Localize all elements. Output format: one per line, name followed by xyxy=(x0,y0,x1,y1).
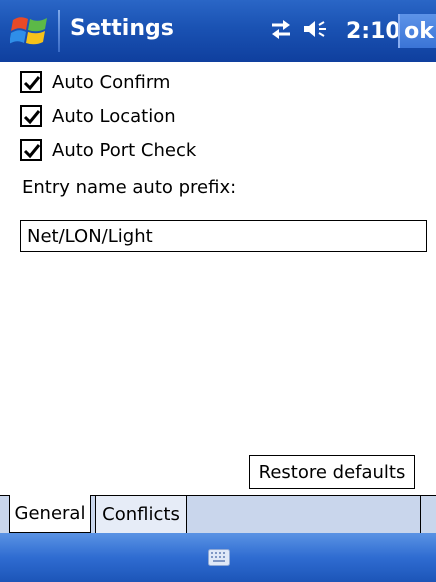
auto-location-label: Auto Location xyxy=(52,105,176,127)
prefix-label: Entry name auto prefix: xyxy=(22,177,237,198)
menu-bar xyxy=(0,533,436,582)
tab-general[interactable]: General xyxy=(9,495,91,533)
checkmark-icon xyxy=(23,76,41,91)
auto-port-check-checkbox[interactable] xyxy=(20,139,42,161)
title-separator xyxy=(58,10,60,52)
auto-confirm-checkbox[interactable] xyxy=(20,71,42,93)
sip-button[interactable] xyxy=(208,549,230,566)
title-bar: Settings 2:10 ok xyxy=(0,0,436,62)
status-area: 2:10 xyxy=(268,12,401,50)
tab-conflicts[interactable]: Conflicts xyxy=(95,496,187,533)
auto-confirm-label: Auto Confirm xyxy=(52,71,171,93)
auto-port-check-label: Auto Port Check xyxy=(52,139,197,161)
page-title: Settings xyxy=(70,16,174,41)
ok-button[interactable]: ok xyxy=(398,14,436,48)
tab-strip: General Conflicts xyxy=(0,495,436,533)
speaker-icon[interactable] xyxy=(302,17,332,45)
keyboard-icon xyxy=(208,549,230,566)
auto-location-checkbox[interactable] xyxy=(20,105,42,127)
checkmark-icon xyxy=(23,144,41,159)
checkmark-icon xyxy=(23,110,41,125)
connectivity-icon[interactable] xyxy=(268,17,294,45)
prefix-input[interactable] xyxy=(20,220,427,252)
auto-location-option[interactable]: Auto Location xyxy=(20,101,176,131)
clock[interactable]: 2:10 xyxy=(346,19,401,44)
restore-defaults-button[interactable]: Restore defaults xyxy=(249,455,415,489)
tab-strip-divider xyxy=(420,496,421,533)
auto-confirm-option[interactable]: Auto Confirm xyxy=(20,67,170,97)
start-button[interactable] xyxy=(0,0,60,62)
windows-flag-icon xyxy=(10,17,47,45)
auto-port-check-option[interactable]: Auto Port Check xyxy=(20,135,196,165)
